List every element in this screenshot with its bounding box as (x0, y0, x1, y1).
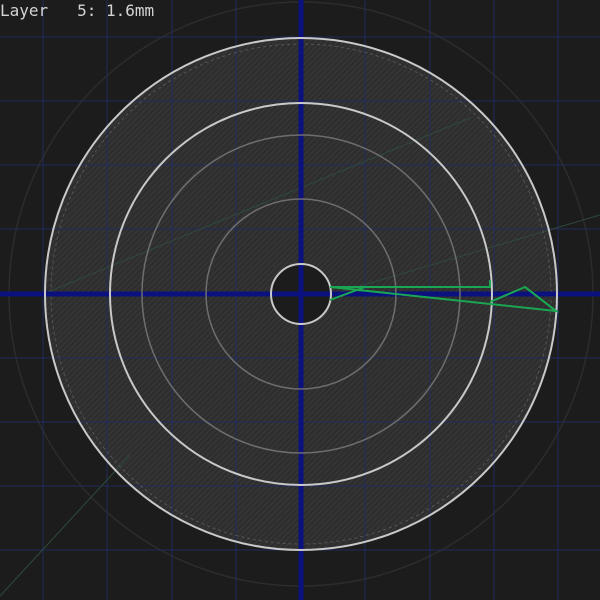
slice-canvas[interactable] (0, 0, 600, 600)
layer-number: 5 (77, 1, 87, 20)
layer-height: 1.6mm (105, 1, 155, 20)
layer-preview-viewport[interactable]: Layer 5: 1.6mm (0, 0, 600, 600)
layer-label: Layer (0, 1, 49, 20)
layer-readout: Layer 5: 1.6mm (0, 1, 155, 20)
